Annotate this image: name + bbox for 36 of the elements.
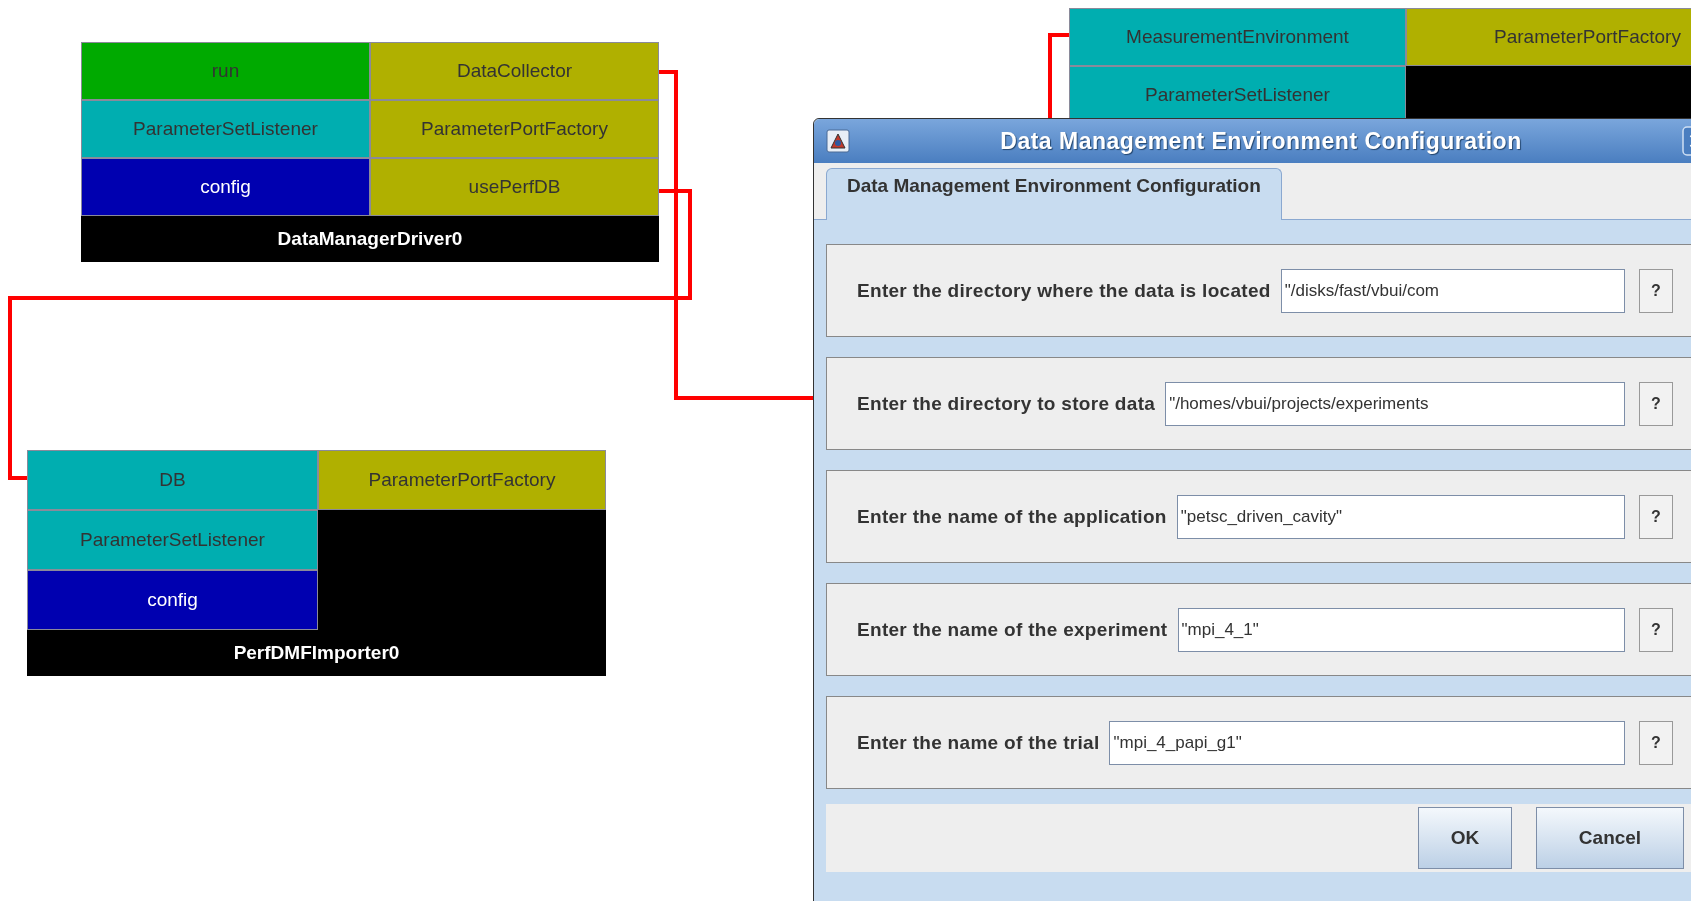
- help-button[interactable]: ?: [1639, 268, 1673, 313]
- port-cell[interactable]: ParameterPortFactory: [318, 450, 606, 510]
- port-cell[interactable]: DataCollector: [370, 42, 659, 100]
- port-cell[interactable]: DB: [27, 450, 318, 510]
- component-name: DataManagerDriver0: [276, 227, 464, 251]
- help-button[interactable]: ?: [1639, 381, 1673, 426]
- help-button[interactable]: ?: [1639, 607, 1673, 652]
- port-cell[interactable]: run: [81, 42, 370, 100]
- app-icon: [826, 129, 850, 153]
- field-label: Enter the name of the trial: [857, 731, 1100, 754]
- window-title: Data Management Environment Configuration: [999, 127, 1523, 155]
- port-cell[interactable]: config: [81, 158, 370, 216]
- input-field[interactable]: "/disks/fast/vbui/com: [1280, 268, 1625, 313]
- component-name: PerfDMFImporter0: [232, 641, 401, 665]
- component-node[interactable]: run ParameterSetListener config DataCollector ParameterPortFactory usePerfDB DataManagerDriver0: [81, 42, 659, 262]
- input-field[interactable]: "/homes/vbui/projects/experiments: [1165, 381, 1625, 426]
- help-button[interactable]: ?: [1639, 494, 1673, 539]
- field-label: Enter the directory to store data: [857, 392, 1156, 415]
- port-cell[interactable]: config: [27, 570, 318, 630]
- port-cell[interactable]: ParameterSetListener: [81, 100, 370, 158]
- port-cell[interactable]: ParameterSetListener: [27, 510, 318, 570]
- port-cell[interactable]: ParameterPortFactory: [1406, 8, 1691, 66]
- input-field[interactable]: "mpi_4_papi_g1": [1109, 720, 1625, 765]
- component-node[interactable]: DB ParameterSetListener config ParameterPortFactory PerfDMFImporter0: [27, 450, 606, 676]
- port-cell[interactable]: usePerfDB: [370, 158, 659, 216]
- field-label: Enter the name of the experiment: [857, 618, 1168, 641]
- dialog-button[interactable]: Cancel: [1536, 807, 1684, 869]
- field-label: Enter the name of the application: [857, 505, 1167, 528]
- port-cell[interactable]: MeasurementEnvironment: [1069, 8, 1406, 66]
- input-field[interactable]: "mpi_4_1": [1177, 607, 1625, 652]
- field-label: Enter the directory where the data is located: [857, 279, 1271, 302]
- tab[interactable]: Data Management Environment Configuration: [826, 168, 1282, 220]
- help-button[interactable]: ?: [1639, 720, 1673, 765]
- input-field[interactable]: "petsc_driven_cavity": [1176, 494, 1625, 539]
- dialog-button[interactable]: OK: [1418, 807, 1512, 869]
- port-cell[interactable]: ParameterPortFactory: [370, 100, 659, 158]
